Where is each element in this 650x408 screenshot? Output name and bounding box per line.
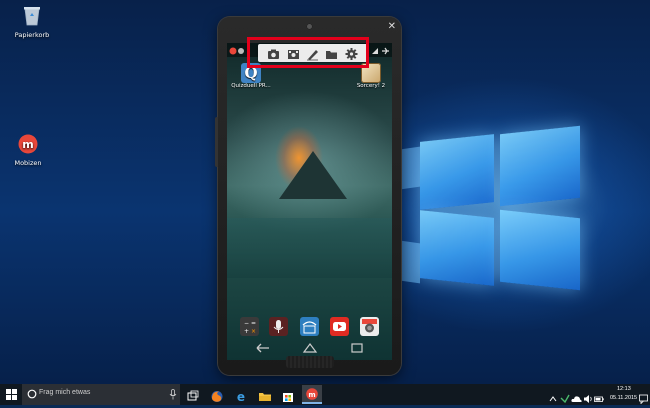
phone-mirror-window: ✕ Q Quizduell PR... Sorcery! 2 − = + × [215,17,401,375]
phone-speaker [286,356,334,368]
app-label: Quizduell PR... [231,83,271,89]
youtube-icon[interactable] [330,317,349,336]
svg-text:×: × [251,328,256,335]
file-explorer-icon[interactable] [258,388,272,401]
store-icon[interactable] [300,317,319,336]
store-icon[interactable] [281,388,295,402]
cloud-sync-icon[interactable] [560,389,570,404]
notification-icon[interactable] [639,389,648,405]
svg-text:=: = [251,320,256,327]
recycle-bin-icon [6,4,58,28]
svg-text:+: + [244,328,249,335]
cortana-icon [27,389,37,399]
desktop-icon-mobizen[interactable]: m Mobizen [2,134,54,167]
search-placeholder: Frag mich etwas [39,389,91,396]
search-box[interactable]: Frag mich etwas [22,384,180,405]
taskbar: Frag mich etwas e m 12:13 05.11.2015 [0,384,650,405]
mobizen-taskbar-icon[interactable]: m [302,385,322,404]
svg-text:−: − [244,320,249,327]
svg-text:e: e [237,390,245,403]
desktop-icon-label: Mobizen [14,159,42,167]
clock-time[interactable]: 12:13 [617,386,631,392]
chevron-up-icon[interactable] [548,389,558,402]
home-icon[interactable] [302,342,318,357]
wallpaper-sea [227,218,392,278]
desktop-icon-recycle-bin[interactable]: Papierkorb [6,4,58,39]
clock-date[interactable]: 05.11.2015 [610,395,637,401]
battery-icon[interactable] [594,389,604,402]
back-icon[interactable] [255,342,271,357]
mobizen-app-icon: m [2,134,54,156]
firefox-icon[interactable] [210,388,224,402]
toolbar-highlight-box [247,37,369,68]
app-label: Sorcery! 2 [356,83,386,89]
phone-screen[interactable]: Q Quizduell PR... Sorcery! 2 − = + × [227,43,392,360]
edge-icon[interactable]: e [234,388,248,404]
microphone-icon[interactable] [169,389,177,400]
wallpaper-volcano [279,151,347,199]
front-camera [306,23,313,30]
svg-text:m: m [22,138,33,151]
voice-recorder-icon[interactable] [269,317,288,336]
camera-app-icon[interactable] [360,317,379,336]
calculator-icon[interactable]: − = + × [240,317,259,336]
start-button[interactable] [6,389,17,400]
svg-text:m: m [308,391,315,399]
volume-icon[interactable] [583,389,593,403]
phone-side-button [215,117,218,167]
windows-logo-wallpaper [420,125,580,291]
recents-icon[interactable] [349,342,365,357]
window-close-button[interactable]: ✕ [388,21,396,32]
task-view-icon[interactable] [186,388,200,401]
desktop-icon-label: Papierkorb [14,31,50,39]
onedrive-icon[interactable] [571,389,582,402]
